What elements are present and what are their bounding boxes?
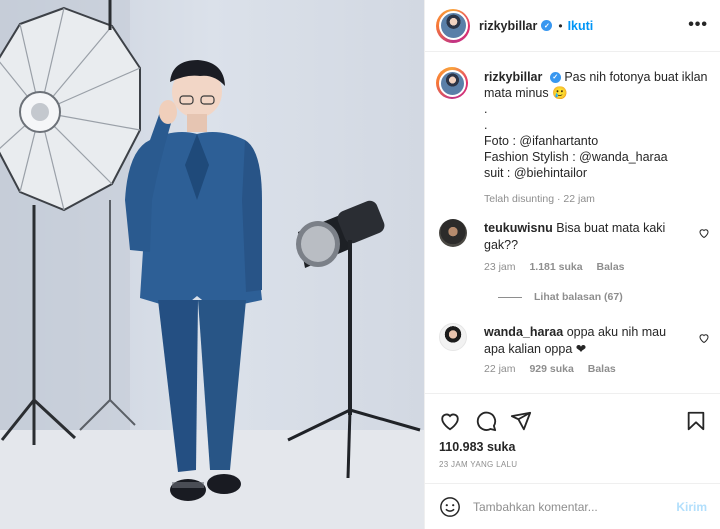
verified-badge-icon: ✓ xyxy=(549,72,561,84)
caption-line: . xyxy=(484,102,488,116)
caption-avatar[interactable] xyxy=(436,67,468,99)
author-avatar[interactable] xyxy=(436,8,470,43)
more-options-icon[interactable]: ••• xyxy=(688,16,708,34)
reply-button[interactable]: Balas xyxy=(597,261,625,273)
heart-icon[interactable] xyxy=(439,410,461,432)
wanda-avatar[interactable] xyxy=(439,323,467,351)
comment-like-icon[interactable] xyxy=(698,332,710,344)
caption-line: . xyxy=(484,118,488,132)
view-replies-label: Lihat balasan (67) xyxy=(534,291,623,303)
comment-meta: 23 jam 1.181 suka Balas xyxy=(484,261,636,273)
replies-line xyxy=(498,296,522,298)
post-side-panel: rizkybillar ✓ • Ikuti ••• rizkybillar ✓ … xyxy=(425,0,720,529)
caption-username[interactable]: rizkybillar xyxy=(484,70,542,84)
teuku-avatar[interactable] xyxy=(439,219,467,247)
comments-list[interactable]: rizkybillar ✓ Pas nih fotonya buat iklan… xyxy=(425,53,720,393)
view-replies-button[interactable]: Lihat balasan (67) xyxy=(498,291,623,303)
comment-like-icon[interactable] xyxy=(698,227,710,239)
caption-line: Fashion Stylish : @wanda_haraa xyxy=(484,150,668,164)
edited-label: Telah disunting xyxy=(484,193,555,205)
comment-username[interactable]: wanda_haraa xyxy=(484,325,563,339)
caption-meta-separator: · xyxy=(556,193,561,205)
header-separator: • xyxy=(558,18,563,33)
comment-time: 23 jam xyxy=(484,261,516,273)
comment-icon[interactable] xyxy=(475,410,497,432)
verified-badge-icon: ✓ xyxy=(541,20,553,31)
likes-count[interactable]: 110.983 suka xyxy=(439,440,515,454)
comment-username[interactable]: teukuwisnu xyxy=(484,221,553,235)
caption-time: 22 jam xyxy=(563,193,595,205)
follow-button[interactable]: Ikuti xyxy=(568,19,594,33)
add-comment-bar: Kirim xyxy=(425,483,720,529)
comment-item: teukuwisnu Bisa buat mata kaki gak?? 23 … xyxy=(436,219,716,309)
emoji-icon[interactable] xyxy=(439,496,461,518)
comment-meta: 22 jam 929 suka Balas xyxy=(484,363,627,375)
author-username[interactable]: rizkybillar xyxy=(479,19,537,33)
share-icon[interactable] xyxy=(510,410,532,432)
bookmark-icon[interactable] xyxy=(685,410,707,432)
post-photo[interactable] xyxy=(0,0,425,529)
comment-likes[interactable]: 1.181 suka xyxy=(529,261,582,273)
caption-line: Foto : @ifanhartanto xyxy=(484,134,599,148)
caption-line: suit : @biehintailor xyxy=(484,166,588,180)
photo-illustration xyxy=(0,0,424,529)
comment-item: wanda_haraa oppa aku nih mau apa kalian … xyxy=(436,323,716,383)
post-header: rizkybillar ✓ • Ikuti ••• xyxy=(425,0,720,52)
comment-likes[interactable]: 929 suka xyxy=(529,363,573,375)
reply-button[interactable]: Balas xyxy=(588,363,616,375)
comment-time: 22 jam xyxy=(484,363,516,375)
caption-meta: Telah disunting · 22 jam xyxy=(484,191,714,207)
post-comment-button[interactable]: Kirim xyxy=(676,500,707,514)
post-actions: 110.983 suka 23 JAM YANG LALU xyxy=(425,393,720,483)
post-time-ago[interactable]: 23 JAM YANG LALU xyxy=(439,460,517,469)
comment-input[interactable] xyxy=(473,494,663,520)
